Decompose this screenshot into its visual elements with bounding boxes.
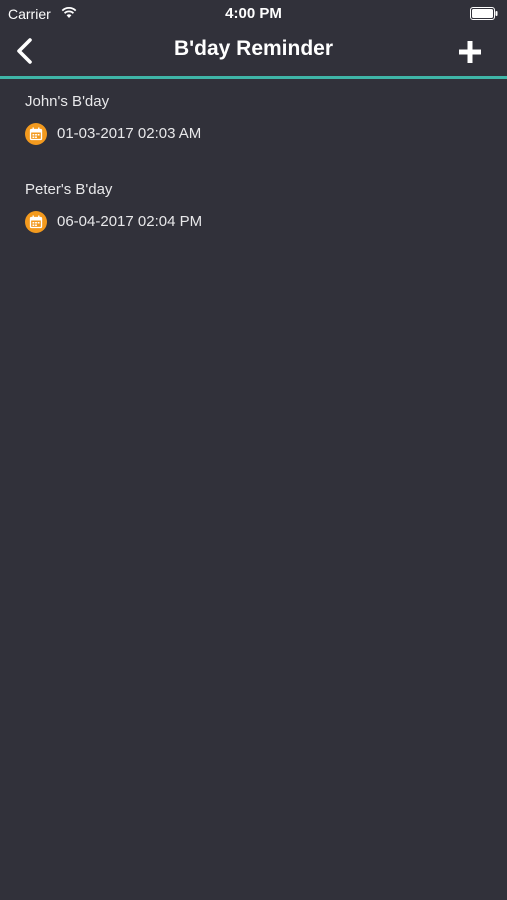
plus-icon — [459, 41, 481, 63]
reminder-name: Peter's B'day — [25, 181, 113, 198]
list-item[interactable]: John's B'day 01-03-2017 02:03 AM — [0, 79, 507, 167]
page-title: B'day Reminder — [173, 37, 334, 60]
navigation-bar: B'day Reminder — [0, 28, 507, 76]
reminder-list: John's B'day 01-03-2017 02:03 AM Peter's… — [0, 79, 507, 255]
reminder-datetime: 01-03-2017 02:03 AM — [57, 125, 202, 142]
status-time: 4:00 PM — [225, 5, 282, 22]
add-reminder-button[interactable] — [456, 38, 484, 66]
reminder-name: John's B'day — [25, 93, 110, 110]
calendar-icon — [25, 123, 47, 145]
reminder-datetime: 06-04-2017 02:04 PM — [57, 213, 203, 230]
battery-icon — [470, 7, 498, 20]
list-item[interactable]: Peter's B'day 06-04-2017 02:04 PM — [0, 167, 507, 255]
status-bar: Carrier 4:00 PM — [0, 0, 507, 28]
calendar-icon — [25, 211, 47, 233]
